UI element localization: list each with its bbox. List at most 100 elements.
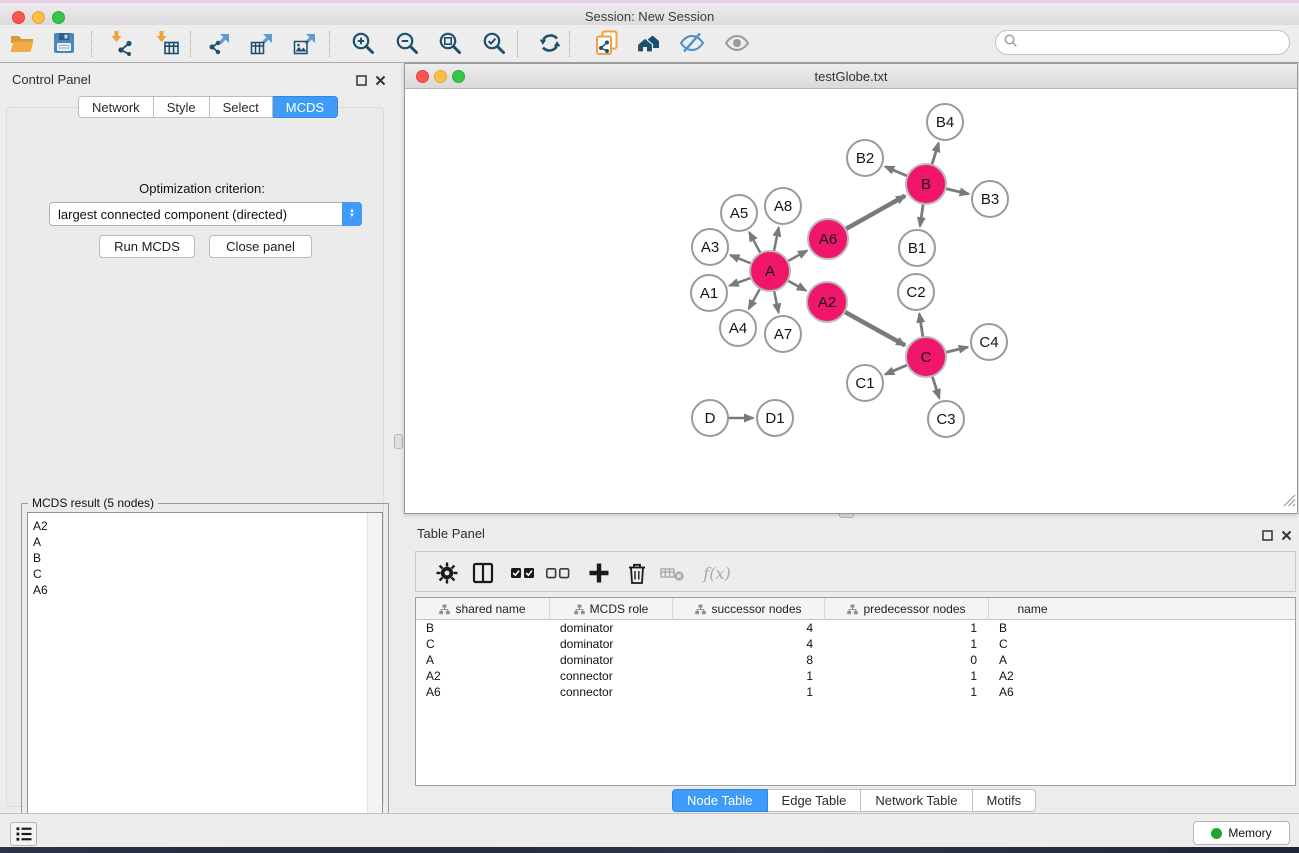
result-item[interactable]: C [28, 566, 382, 582]
table-panel: Table Panel f(x) shared name MC [404, 518, 1299, 813]
zoom-out-icon[interactable] [392, 28, 422, 58]
tab-select[interactable]: Select [210, 96, 273, 118]
search-field[interactable] [995, 30, 1290, 55]
tab-motifs[interactable]: Motifs [973, 789, 1037, 812]
graph-node-label-B: B [921, 176, 931, 193]
close-panel-icon[interactable] [375, 73, 386, 84]
graph-node-label-A: A [765, 263, 775, 280]
delete-column-icon[interactable] [659, 559, 687, 587]
hierarchy-icon [574, 604, 585, 615]
table-row[interactable]: A6connector11A6 [416, 684, 1295, 700]
tab-edge-table[interactable]: Edge Table [768, 789, 862, 812]
status-bar: Memory [0, 813, 1299, 847]
node-table: shared name MCDS role successor nodes pr… [415, 597, 1296, 786]
window-resize-grip[interactable] [1282, 493, 1296, 512]
node-table-rows: Bdominator41B Cdominator41C Adominator80… [416, 620, 1295, 700]
zoom-in-icon[interactable] [348, 28, 378, 58]
graph-node-label-B1: B1 [908, 240, 926, 257]
task-history-button[interactable] [10, 822, 37, 846]
tab-mcds[interactable]: MCDS [273, 96, 338, 118]
memory-label: Memory [1228, 826, 1271, 840]
mcds-result-list[interactable]: A2 A B C A6 [27, 512, 383, 840]
delete-trash-icon[interactable] [623, 559, 651, 587]
table-row[interactable]: Bdominator41B [416, 620, 1295, 636]
graph-node-label-A4: A4 [729, 320, 747, 337]
memory-status-dot [1211, 828, 1222, 839]
import-table-icon[interactable] [152, 28, 182, 58]
graph-node-label-C4: C4 [979, 334, 998, 351]
graph-node-label-C3: C3 [936, 411, 955, 428]
import-network-icon[interactable] [107, 28, 137, 58]
save-session-icon[interactable] [49, 28, 79, 58]
table-panel-title: Table Panel [417, 526, 485, 541]
node-table-header: shared name MCDS role successor nodes pr… [416, 598, 1295, 620]
open-file-icon[interactable] [7, 28, 37, 58]
close-table-panel-icon[interactable] [1281, 528, 1292, 539]
copy-networks-icon[interactable] [592, 28, 622, 58]
show-all-eye-icon[interactable] [722, 28, 752, 58]
toolbar-separator [190, 31, 191, 57]
column-header[interactable]: predecessor nodes [825, 598, 989, 620]
mcds-result-title: MCDS result (5 nodes) [28, 496, 158, 510]
vertical-splitter-handle[interactable] [394, 434, 403, 449]
control-panel-tabs: Network Style Select MCDS [78, 96, 338, 118]
result-item[interactable]: B [28, 550, 382, 566]
table-settings-gear-icon[interactable] [433, 559, 461, 587]
export-network-icon[interactable] [205, 28, 235, 58]
graph-node-label-A5: A5 [730, 205, 748, 222]
graph-node-label-C1: C1 [855, 375, 874, 392]
graph-node-label-D: D [705, 410, 716, 427]
desktop-wallpaper-strip [0, 847, 1299, 853]
zoom-selected-icon[interactable] [479, 28, 509, 58]
result-scrollbar[interactable] [367, 513, 382, 839]
close-panel-button[interactable]: Close panel [209, 235, 312, 258]
column-header[interactable]: name [989, 598, 1076, 620]
column-header[interactable]: MCDS role [550, 598, 673, 620]
houses-icon[interactable] [634, 28, 664, 58]
tab-network-table[interactable]: Network Table [861, 789, 972, 812]
refresh-icon[interactable] [535, 28, 565, 58]
column-header[interactable]: shared name [416, 598, 550, 620]
result-item[interactable]: A2 [28, 518, 382, 534]
float-panel-icon[interactable] [356, 73, 367, 84]
hierarchy-icon [439, 604, 450, 615]
toolbar-separator [517, 31, 518, 57]
graph-node-label-A8: A8 [774, 198, 792, 215]
float-table-panel-icon[interactable] [1262, 528, 1273, 539]
network-window-titlebar: testGlobe.txt [405, 64, 1297, 89]
mcds-result-box: MCDS result (5 nodes) A2 A B C A6 [21, 503, 389, 848]
add-column-plus-icon[interactable] [585, 559, 613, 587]
criterion-select[interactable]: largest connected component (directed) ▲… [49, 202, 362, 226]
hierarchy-icon [847, 604, 858, 615]
function-builder-button[interactable]: f(x) [699, 559, 735, 587]
run-mcds-button[interactable]: Run MCDS [99, 235, 195, 258]
table-row[interactable]: Adominator80A [416, 652, 1295, 668]
export-table-icon[interactable] [248, 28, 278, 58]
result-item[interactable]: A6 [28, 582, 382, 598]
deselect-all-icon[interactable] [544, 559, 572, 587]
table-toolbar: f(x) [415, 551, 1296, 592]
search-input[interactable] [1018, 33, 1289, 53]
select-all-icon[interactable] [509, 559, 537, 587]
memory-button[interactable]: Memory [1193, 821, 1290, 845]
table-row[interactable]: Cdominator41C [416, 636, 1295, 652]
graph-node-label-B2: B2 [856, 150, 874, 167]
zoom-fit-icon[interactable] [435, 28, 465, 58]
tab-network[interactable]: Network [78, 96, 154, 118]
export-image-icon[interactable] [291, 28, 321, 58]
column-header[interactable]: successor nodes [673, 598, 825, 620]
table-panel-tabs: Node Table Edge Table Network Table Moti… [672, 789, 1036, 812]
toolbar-separator [329, 31, 330, 57]
graph-node-label-C: C [921, 349, 932, 366]
network-view-window: testGlobe.txt B4B2BB3A8A5A6A3B1AA1C2A2A4… [404, 63, 1298, 514]
tab-node-table[interactable]: Node Table [672, 789, 768, 812]
column-view-icon[interactable] [469, 559, 497, 587]
graph-node-label-A3: A3 [701, 239, 719, 256]
network-canvas[interactable]: B4B2BB3A8A5A6A3B1AA1C2A2A4A7C4CC1C3DD1 [405, 89, 1297, 513]
control-panel-title: Control Panel [12, 72, 91, 87]
hide-selected-icon[interactable] [677, 28, 707, 58]
graph-node-label-B3: B3 [981, 191, 999, 208]
table-row[interactable]: A2connector11A2 [416, 668, 1295, 684]
result-item[interactable]: A [28, 534, 382, 550]
tab-style[interactable]: Style [154, 96, 210, 118]
